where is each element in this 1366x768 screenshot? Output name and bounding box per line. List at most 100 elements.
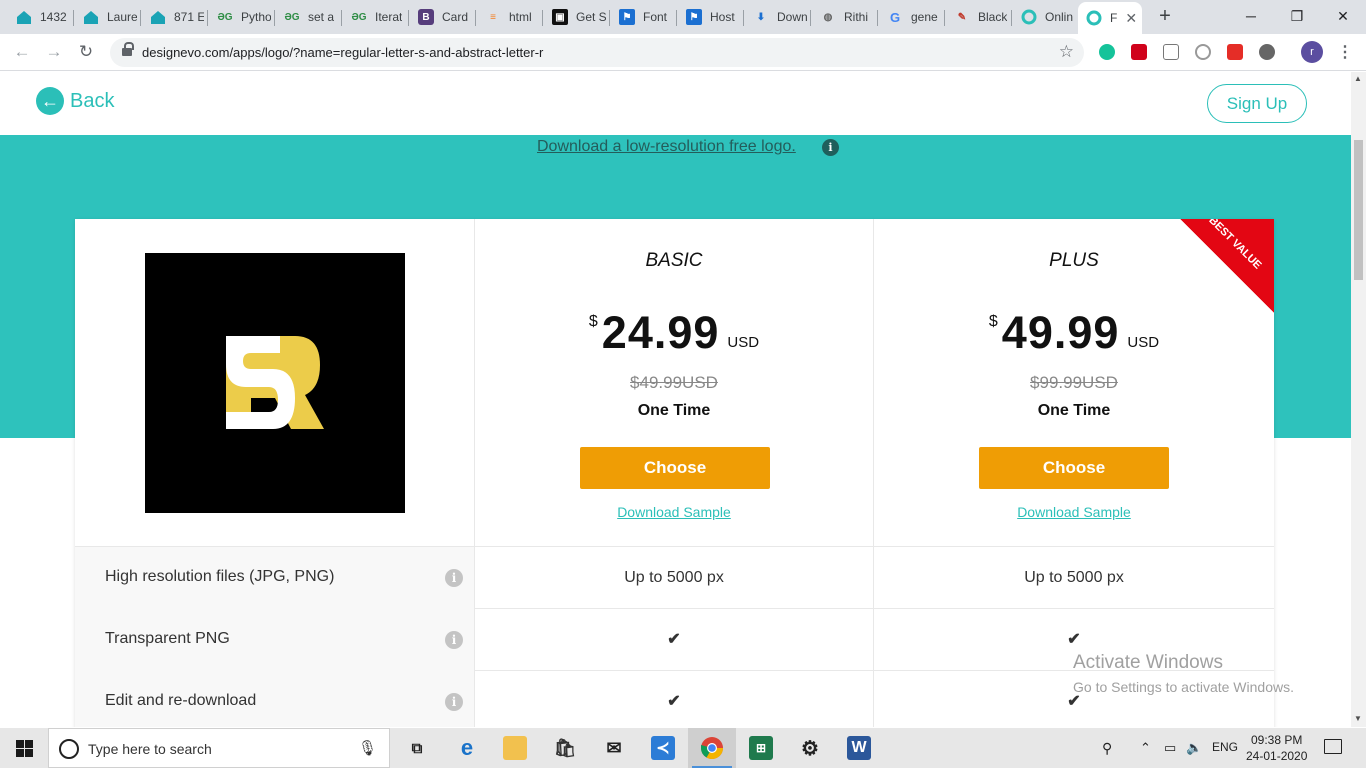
youtube-icon[interactable] bbox=[1227, 44, 1243, 60]
download-sample-link[interactable]: Download Sample bbox=[475, 504, 873, 520]
feature-label-cell: Transparent PNG i bbox=[75, 609, 475, 671]
network-icon[interactable]: ▭ bbox=[1164, 740, 1176, 756]
info-icon[interactable]: i bbox=[445, 693, 463, 711]
minimize-icon[interactable]: ─ bbox=[1228, 0, 1274, 32]
browser-tab[interactable]: ƏG Iterat bbox=[343, 4, 409, 30]
logo-preview-column bbox=[75, 219, 475, 547]
download-sample-link[interactable]: Download Sample bbox=[874, 504, 1274, 520]
browser-tab[interactable]: ≡ html bbox=[477, 4, 543, 30]
billing-term: One Time bbox=[1037, 402, 1111, 419]
choose-basic-button[interactable]: Choose bbox=[580, 447, 770, 489]
browser-tab[interactable]: ⬇ Down bbox=[745, 4, 811, 30]
tab-title: Iterat bbox=[375, 10, 403, 24]
bookmark-star-icon[interactable]: ☆ bbox=[1059, 42, 1074, 62]
compass-icon[interactable] bbox=[1195, 44, 1211, 60]
watermark-title: Activate Windows bbox=[1073, 652, 1223, 673]
logo-preview bbox=[145, 253, 405, 513]
vscode-icon[interactable]: ≺ bbox=[651, 736, 675, 760]
grammarly-icon[interactable] bbox=[1099, 44, 1115, 60]
settings-gear-icon[interactable]: ⚙ bbox=[798, 736, 822, 760]
choose-plus-button[interactable]: Choose bbox=[979, 447, 1169, 489]
gfg-icon: ƏG bbox=[351, 11, 367, 23]
info-icon[interactable]: i bbox=[445, 631, 463, 649]
extension-icon[interactable] bbox=[1259, 44, 1275, 60]
scroll-up-icon[interactable]: ▲ bbox=[1354, 74, 1362, 83]
plan-name: BASIC bbox=[645, 250, 703, 271]
browser-tab-active[interactable]: F ✕ bbox=[1078, 2, 1142, 34]
tab-title: Black bbox=[978, 10, 1008, 24]
tab-title: Font bbox=[643, 10, 668, 24]
notification-icon[interactable] bbox=[1324, 739, 1342, 754]
more-menu-icon[interactable]: ⋮ bbox=[1337, 42, 1353, 62]
pricing-card: BASIC $ 24.99 USD $49.99USD One Time Cho… bbox=[75, 219, 1274, 727]
windows-start-icon[interactable] bbox=[16, 740, 33, 757]
back-arrow-icon[interactable]: ← bbox=[10, 40, 34, 64]
microphone-icon[interactable]: 🎙 bbox=[358, 739, 377, 757]
price-unit: USD bbox=[727, 334, 760, 351]
original-price: $99.99USD bbox=[1030, 373, 1118, 392]
file-explorer-icon[interactable] bbox=[503, 736, 527, 760]
browser-tab[interactable]: ƏG set a bbox=[276, 4, 342, 30]
tab-title: Pytho bbox=[241, 10, 271, 24]
browser-tab[interactable]: ✎ Black bbox=[946, 4, 1012, 30]
store-icon[interactable]: 🛍 bbox=[553, 736, 577, 760]
profile-avatar[interactable]: r bbox=[1301, 41, 1323, 63]
close-window-icon[interactable]: ✕ bbox=[1320, 0, 1366, 32]
feature-label-cell: High resolution files (JPG, PNG) i bbox=[75, 547, 475, 609]
edge-icon[interactable]: e bbox=[455, 735, 479, 760]
free-logo-link[interactable]: Download a low-resolution free logo. bbox=[537, 138, 796, 156]
system-clock[interactable]: 09:38 PM 24-01-2020 bbox=[1246, 732, 1307, 764]
new-tab-icon[interactable]: + bbox=[1155, 6, 1175, 26]
volume-muted-icon[interactable]: 🔈 bbox=[1186, 740, 1202, 756]
browser-tab[interactable]: G gene bbox=[879, 4, 945, 30]
browser-tab[interactable]: ◍ Rithi bbox=[812, 4, 878, 30]
bootstrap-icon: B bbox=[418, 9, 434, 25]
language-indicator[interactable]: ENG bbox=[1212, 740, 1238, 754]
scrollbar-thumb[interactable] bbox=[1354, 140, 1363, 280]
house-icon bbox=[16, 9, 32, 25]
browser-tab[interactable]: 1432 bbox=[8, 4, 74, 30]
back-link[interactable]: ← Back bbox=[36, 87, 114, 115]
spreadsheet-icon[interactable]: ⊞ bbox=[749, 736, 773, 760]
browser-tab-strip: 1432 Laure 871 E ƏG Pytho ƏG set a ƏG It… bbox=[0, 0, 1366, 34]
cortana-icon bbox=[59, 739, 79, 759]
people-icon[interactable]: ⚲ bbox=[1102, 740, 1112, 757]
house-icon bbox=[150, 9, 166, 25]
browser-tab[interactable]: ⚑ Font bbox=[611, 4, 677, 30]
word-icon[interactable]: W bbox=[847, 736, 871, 760]
browser-tab[interactable]: Onlin bbox=[1013, 4, 1079, 30]
scroll-down-icon[interactable]: ▼ bbox=[1354, 714, 1362, 723]
plan-plus: BEST VALUE PLUS $ 49.99 USD $99.99USD On… bbox=[874, 219, 1274, 547]
task-view-icon[interactable]: ⧉ bbox=[405, 736, 429, 760]
browser-toolbar: ← → ↻ designevo.com/apps/logo/?name=regu… bbox=[0, 34, 1366, 71]
chrome-icon[interactable] bbox=[700, 736, 724, 760]
video-extension-icon[interactable] bbox=[1131, 44, 1147, 60]
reload-icon[interactable]: ↻ bbox=[74, 40, 98, 64]
browser-tab[interactable]: 871 E bbox=[142, 4, 208, 30]
browser-tab[interactable]: B Card bbox=[410, 4, 476, 30]
mail-icon[interactable]: ✉ bbox=[602, 736, 626, 760]
browser-tab[interactable]: ▣ Get S bbox=[544, 4, 610, 30]
info-icon[interactable]: i bbox=[822, 139, 839, 156]
browser-tab[interactable]: ⚑ Host bbox=[678, 4, 744, 30]
address-bar[interactable]: designevo.com/apps/logo/?name=regular-le… bbox=[110, 38, 1084, 67]
designevo-icon bbox=[1086, 10, 1102, 26]
chevron-up-icon[interactable]: ⌃ bbox=[1140, 740, 1151, 756]
restore-icon[interactable]: ❐ bbox=[1274, 0, 1320, 32]
feature-label: Transparent PNG bbox=[105, 630, 230, 647]
page-scrollbar[interactable]: ▲ ▼ bbox=[1351, 72, 1366, 727]
search-placeholder: Type here to search bbox=[88, 741, 212, 757]
info-icon[interactable]: i bbox=[445, 569, 463, 587]
mail-icon[interactable] bbox=[1163, 44, 1179, 60]
tab-title: Card bbox=[442, 10, 469, 24]
browser-tab[interactable]: Laure bbox=[75, 4, 141, 30]
sign-up-button[interactable]: Sign Up bbox=[1207, 84, 1307, 123]
taskbar-search[interactable]: Type here to search 🎙 bbox=[48, 728, 390, 768]
browser-tab[interactable]: ƏG Pytho bbox=[209, 4, 275, 30]
tab-title: Laure bbox=[107, 10, 137, 24]
close-tab-icon[interactable]: ✕ bbox=[1125, 10, 1137, 27]
tab-title: 871 E bbox=[174, 10, 204, 24]
plan-name: PLUS bbox=[1049, 250, 1099, 271]
tab-title: Onlin bbox=[1045, 10, 1074, 24]
forward-arrow-icon[interactable]: → bbox=[42, 40, 66, 64]
